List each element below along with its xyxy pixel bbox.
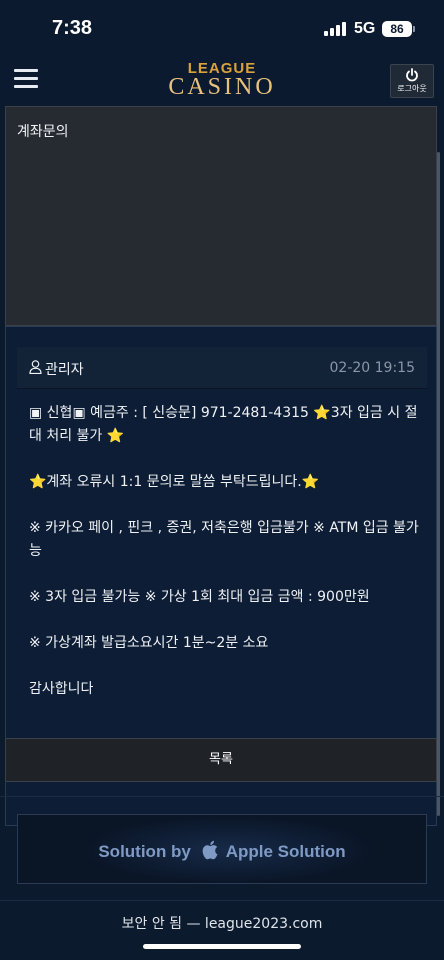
answer-date: 02-20 19:15 [329, 360, 415, 376]
network-label: 5G [354, 20, 376, 37]
answer-header: 관리자 02-20 19:15 [17, 347, 427, 389]
question-title: 계좌문의 [17, 124, 69, 140]
app-header: LEAGUE CASINO 로그아웃 [0, 58, 444, 106]
divider [0, 796, 444, 797]
user-icon [29, 360, 42, 374]
list-button[interactable]: 목록 [5, 738, 437, 782]
answer-line: ※ 3자 입금 불가능 ※ 가상 1회 최대 입금 금액 : 900만원 [29, 589, 370, 605]
banner-brand: Apple Solution [225, 842, 346, 861]
logo-main-text: CASINO [168, 74, 276, 100]
logout-label: 로그아웃 [397, 84, 427, 93]
post-content: 계좌문의 관리자 02-20 19:15 ▣ 신협▣ 예금주 : [ 신승문] … [0, 106, 444, 826]
url-bar-address[interactable]: 보안 안 됨 — league2023.com [0, 913, 444, 933]
banner-prefix: Solution by [98, 842, 191, 861]
signal-icon [324, 22, 346, 36]
status-time: 7:38 [52, 17, 93, 39]
logout-button[interactable]: 로그아웃 [390, 64, 434, 98]
answer-line: ⭐계좌 오류시 1:1 문의로 말씀 부탁드립니다.⭐ [29, 474, 320, 490]
site-logo[interactable]: LEAGUE CASINO [0, 58, 444, 101]
footer-divider [0, 900, 444, 901]
home-indicator[interactable] [143, 944, 301, 949]
answer-author: 관리자 [45, 362, 84, 378]
answer-body: ▣ 신협▣ 예금주 : [ 신승문] 971-2481-4315 ⭐3자 입금 … [29, 402, 425, 701]
battery-icon: 86 [382, 21, 412, 37]
battery-nub [413, 26, 415, 32]
answer-line: ※ 카카오 페이 , 핀크 , 증권, 저축은행 입금불가 ※ ATM 입금 불… [29, 520, 419, 559]
apple-solution-banner[interactable]: Solution by Apple Solution [17, 814, 427, 884]
status-bar: 7:38 5G 86 [0, 0, 444, 58]
answer-line: 감사합니다 [29, 681, 94, 697]
answer-line: ▣ 신협▣ 예금주 : [ 신승문] 971-2481-4315 ⭐3자 입금 … [29, 405, 418, 444]
question-box: 계좌문의 [5, 106, 437, 326]
apple-icon [202, 840, 218, 860]
banner-text: Solution by Apple Solution [18, 839, 426, 862]
answer-line: ※ 가상계좌 발급소요시간 1분~2분 소요 [29, 635, 269, 651]
power-icon [406, 68, 418, 82]
scrollbar[interactable] [437, 152, 440, 816]
